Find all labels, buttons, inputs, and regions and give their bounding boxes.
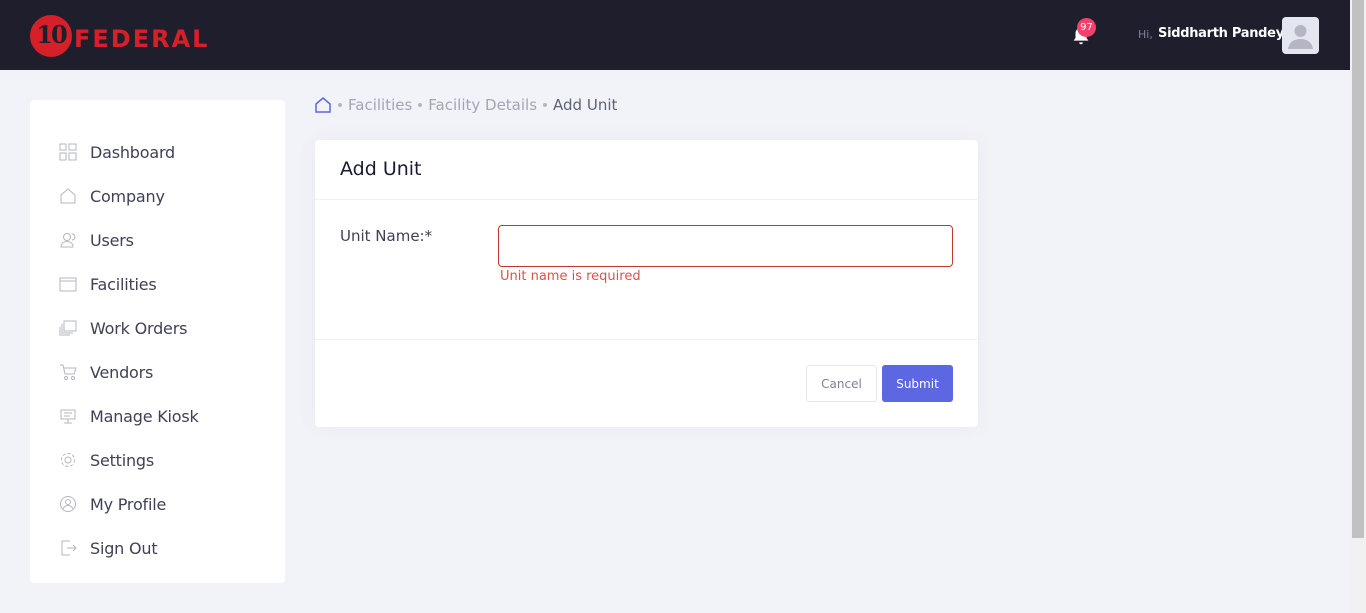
avatar-icon [1288, 25, 1313, 49]
sidebar-item-settings[interactable]: Settings [58, 448, 154, 472]
avatar[interactable] [1282, 17, 1319, 54]
divider [315, 339, 978, 340]
breadcrumb-current: Add Unit [553, 96, 618, 114]
sidebar-item-label: Facilities [90, 274, 157, 294]
brand-logo[interactable]: 10 FEDERAL [30, 14, 209, 58]
user-name[interactable]: Siddharth Pandey [1158, 26, 1284, 41]
divider [315, 199, 978, 200]
sidebar-item-label: Work Orders [90, 318, 188, 338]
logo-text: FEDERAL [74, 25, 210, 53]
sidebar: Dashboard Company Users Facilities Work … [30, 100, 285, 583]
work-orders-icon [58, 318, 78, 338]
sidebar-item-label: Sign Out [90, 538, 158, 558]
unit-name-label: Unit Name:* [340, 227, 433, 245]
sidebar-item-sign-out[interactable]: Sign Out [58, 536, 158, 560]
sidebar-item-work-orders[interactable]: Work Orders [58, 316, 187, 340]
sidebar-item-label: Settings [90, 450, 155, 470]
unit-name-input[interactable] [498, 225, 953, 267]
sidebar-item-dashboard[interactable]: Dashboard [58, 140, 175, 164]
sidebar-item-label: Vendors [90, 362, 154, 382]
sidebar-item-label: My Profile [90, 494, 167, 514]
sidebar-item-label: Company [90, 186, 165, 206]
submit-button[interactable]: Submit [882, 365, 953, 402]
page-title: Add Unit [340, 158, 422, 180]
logo-number: 10 [36, 20, 67, 49]
sidebar-item-facilities[interactable]: Facilities [58, 272, 157, 296]
top-header: 10 FEDERAL 97 Hi, Siddharth Pandey [0, 0, 1350, 70]
home-icon[interactable] [314, 96, 332, 114]
cancel-button[interactable]: Cancel [806, 365, 877, 402]
sidebar-item-label: Users [90, 230, 134, 250]
breadcrumb: Facilities Facility Details Add Unit [314, 94, 617, 116]
breadcrumb-facilities[interactable]: Facilities [348, 96, 412, 114]
cart-icon [58, 362, 78, 382]
breadcrumb-separator [338, 103, 342, 107]
breadcrumb-facility-details[interactable]: Facility Details [428, 96, 537, 114]
sign-out-icon [58, 538, 78, 558]
kiosk-icon [58, 406, 78, 426]
logo-circle: 10 [30, 15, 72, 57]
sidebar-item-users[interactable]: Users [58, 228, 134, 252]
sidebar-item-label: Manage Kiosk [90, 406, 199, 426]
notification-badge: 97 [1077, 18, 1096, 37]
greeting-text: Hi, [1138, 28, 1153, 41]
profile-icon [58, 494, 78, 514]
home-icon [58, 186, 78, 206]
facilities-icon [58, 274, 78, 294]
sidebar-item-manage-kiosk[interactable]: Manage Kiosk [58, 404, 199, 428]
users-icon [58, 230, 78, 250]
scrollbar-thumb[interactable] [1352, 0, 1364, 538]
dashboard-icon [58, 142, 78, 162]
sidebar-item-vendors[interactable]: Vendors [58, 360, 153, 384]
sidebar-item-company[interactable]: Company [58, 184, 165, 208]
breadcrumb-separator [418, 103, 423, 107]
sidebar-item-label: Dashboard [90, 142, 176, 162]
add-unit-card: Add Unit Unit Name:* Unit name is requir… [315, 140, 978, 427]
unit-name-error: Unit name is required [500, 269, 641, 284]
sidebar-item-my-profile[interactable]: My Profile [58, 492, 166, 516]
gear-icon [58, 450, 78, 470]
breadcrumb-separator [543, 103, 548, 107]
